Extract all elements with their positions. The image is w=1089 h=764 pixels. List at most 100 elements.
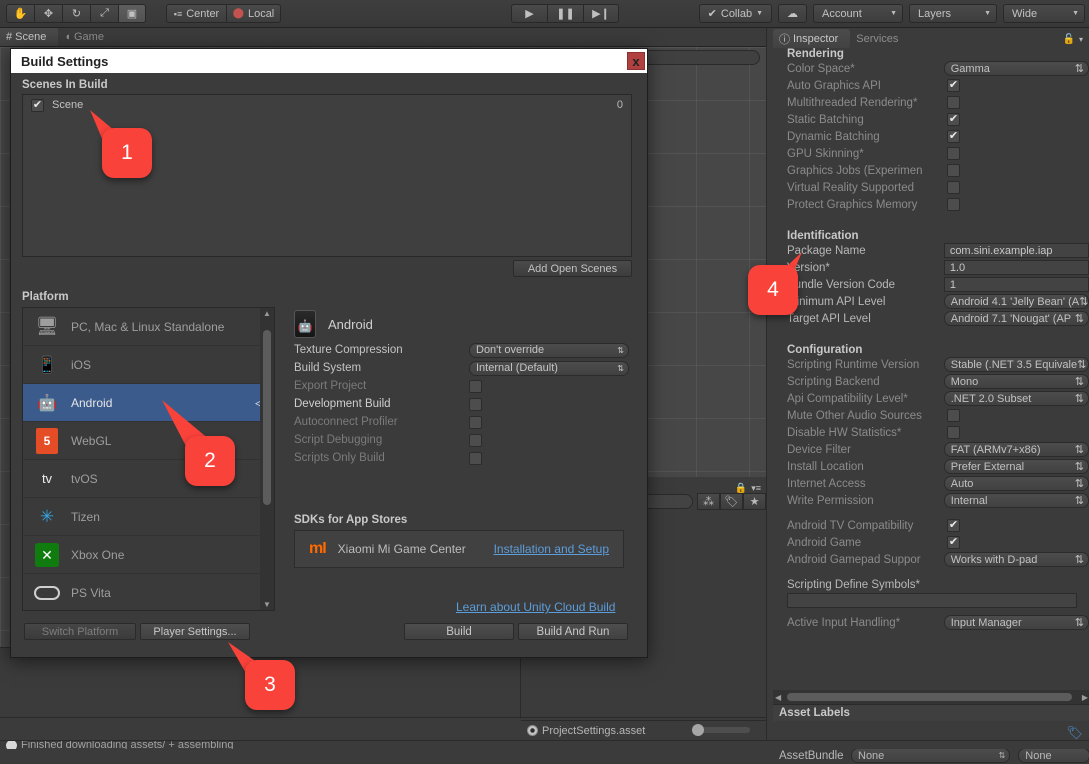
rotate-tool-icon[interactable]: ↻ bbox=[62, 4, 90, 23]
label-tag-icon[interactable]: 🏷 bbox=[1066, 725, 1083, 741]
build-system-dropdown[interactable]: Internal (Default) ⇅ bbox=[469, 361, 629, 376]
identification-dropdown-target-api-level[interactable]: Android 7.1 'Nougat' (AP⇅ bbox=[944, 311, 1089, 326]
configuration-row-write-permission: Write PermissionInternal⇅ bbox=[773, 492, 1089, 509]
rendering-checkbox-graphics-jobs-experimen[interactable]: ✔ bbox=[947, 164, 960, 177]
stepper-icon: ⇅ bbox=[999, 751, 1006, 760]
scroll-thumb[interactable] bbox=[263, 330, 271, 505]
rendering-label-gpu-skinning: GPU Skinning* bbox=[787, 148, 947, 160]
android-dropdown-android-gamepad-suppor[interactable]: Works with D-pad⇅ bbox=[944, 552, 1089, 567]
rect-tool-icon[interactable]: ▣ bbox=[118, 4, 146, 23]
assetbundle-variant-dropdown[interactable]: None bbox=[1018, 748, 1089, 763]
development-build-row: Development Build ✔ bbox=[294, 395, 632, 413]
move-tool-icon[interactable]: ✥ bbox=[34, 4, 62, 23]
space-toggle-button[interactable]: ⬤ Local bbox=[226, 4, 281, 23]
platform-list[interactable]: 🖥PC, Mac & Linux Standalone📱iOS🤖Android◁… bbox=[22, 307, 275, 611]
rendering-checkbox-dynamic-batching[interactable]: ✔ bbox=[947, 130, 960, 143]
cloud-build-link[interactable]: Learn about Unity Cloud Build bbox=[456, 600, 615, 614]
platform-list-scrollbar[interactable]: ▲ ▼ bbox=[260, 308, 274, 610]
tab-services[interactable]: Services bbox=[850, 29, 910, 48]
rendering-checkbox-auto-graphics-api[interactable]: ✔ bbox=[947, 79, 960, 92]
layout-dropdown[interactable]: Wide ▼ bbox=[1003, 4, 1085, 23]
scroll-thumb[interactable] bbox=[787, 693, 1072, 701]
step-button[interactable]: ▶❙ bbox=[583, 4, 619, 23]
tab-game[interactable]: ◖ Game bbox=[58, 27, 116, 46]
hand-tool-icon[interactable]: ✋ bbox=[6, 4, 34, 23]
dropdown-value: Android 7.1 'Nougat' (AP bbox=[951, 313, 1071, 325]
scripting-define-symbols-input[interactable] bbox=[787, 593, 1077, 608]
player-settings-button[interactable]: Player Settings... bbox=[140, 623, 250, 640]
scene-view-right-strip[interactable] bbox=[643, 47, 766, 477]
scene-enabled-checkbox[interactable]: ✔ bbox=[31, 99, 44, 112]
configuration-dropdown-api-compatibility-level[interactable]: .NET 2.0 Subset⇅ bbox=[944, 391, 1089, 406]
scroll-down-icon[interactable]: ▼ bbox=[263, 599, 271, 610]
scroll-up-icon[interactable]: ▲ bbox=[263, 308, 271, 319]
identification-dropdown-minimum-api-level[interactable]: Android 4.1 'Jelly Bean' (A⇅ bbox=[944, 294, 1089, 309]
label-filter-icon[interactable]: 🏷 bbox=[720, 493, 743, 510]
autoconnect-profiler-label: Autoconnect Profiler bbox=[294, 416, 469, 428]
android-checkbox-android-tv-compatibility[interactable]: ✔ bbox=[947, 519, 960, 532]
rendering-checkbox-multithreaded-rendering[interactable]: ✔ bbox=[947, 96, 960, 109]
favorites-filter-icon[interactable]: ⁂ bbox=[697, 493, 720, 510]
stepper-icon: ⇅ bbox=[1079, 295, 1088, 308]
close-icon[interactable]: x bbox=[627, 52, 645, 70]
android-checkbox-android-game[interactable]: ✔ bbox=[947, 536, 960, 549]
layers-dropdown[interactable]: Layers ▼ bbox=[909, 4, 997, 23]
tab-scene[interactable]: # Scene bbox=[0, 27, 58, 46]
project-zoom-slider[interactable] bbox=[695, 727, 750, 733]
switch-platform-button[interactable]: Switch Platform bbox=[24, 623, 136, 640]
status-bar[interactable]: Finished downloading assets/ + assemblin… bbox=[0, 740, 1089, 749]
configuration-dropdown-internet-access[interactable]: Auto⇅ bbox=[944, 476, 1089, 491]
platform-item-pc-mac-linux-standalone[interactable]: 🖥PC, Mac & Linux Standalone bbox=[23, 308, 274, 346]
assetbundle-name-dropdown[interactable]: None ⇅ bbox=[851, 748, 1010, 763]
platform-item-xbox-one[interactable]: ✕Xbox One bbox=[23, 536, 274, 574]
platform-item-webgl[interactable]: 5WebGL bbox=[23, 422, 274, 460]
lock-icon[interactable]: 🔓 bbox=[1063, 34, 1075, 45]
development-build-checkbox[interactable]: ✔ bbox=[469, 398, 482, 411]
configuration-dropdown-device-filter[interactable]: FAT (ARMv7+x86)⇅ bbox=[944, 442, 1089, 457]
configuration-dropdown-install-location[interactable]: Prefer External⇅ bbox=[944, 459, 1089, 474]
cloud-button[interactable]: ☁ bbox=[778, 4, 807, 23]
platform-item-android[interactable]: 🤖Android◁ bbox=[23, 384, 274, 422]
identification-input-package-name[interactable]: com.sini.example.iap bbox=[944, 243, 1089, 258]
account-dropdown[interactable]: Account ▼ bbox=[813, 4, 903, 23]
sdk-installation-link[interactable]: Installation and Setup bbox=[494, 542, 609, 556]
export-project-checkbox[interactable]: ✔ bbox=[469, 380, 482, 393]
rendering-checkbox-protect-graphics-memory[interactable]: ✔ bbox=[947, 198, 960, 211]
play-button[interactable]: ▶ bbox=[511, 4, 547, 23]
platform-item-ps-vita[interactable]: PS Vita bbox=[23, 574, 274, 611]
configuration-dropdown-scripting-backend[interactable]: Mono⇅ bbox=[944, 374, 1089, 389]
collab-button[interactable]: ✔ Collab ▼ bbox=[699, 4, 772, 23]
configuration-checkbox-mute-other-audio-sources[interactable]: ✔ bbox=[947, 409, 960, 422]
scale-tool-icon[interactable]: ⤢ bbox=[90, 4, 118, 23]
configuration-dropdown-scripting-runtime-version[interactable]: Stable (.NET 3.5 Equivale⇅ bbox=[944, 357, 1089, 372]
rendering-checkbox-virtual-reality-supported[interactable]: ✔ bbox=[947, 181, 960, 194]
configuration-dropdown-write-permission[interactable]: Internal⇅ bbox=[944, 493, 1089, 508]
inspector-options-icon[interactable]: ▾ bbox=[1079, 35, 1083, 44]
rendering-checkbox-gpu-skinning[interactable]: ✔ bbox=[947, 147, 960, 160]
rendering-checkbox-static-batching[interactable]: ✔ bbox=[947, 113, 960, 126]
scroll-right-icon[interactable]: ▶ bbox=[1082, 692, 1088, 703]
star-filter-icon[interactable]: ★ bbox=[743, 493, 766, 510]
pivot-toggle-button[interactable]: ▪≡ Center bbox=[166, 4, 226, 23]
scroll-left-icon[interactable]: ◀ bbox=[775, 692, 781, 703]
rendering-dropdown-color-space[interactable]: Gamma⇅ bbox=[944, 61, 1089, 76]
platform-item-ios[interactable]: 📱iOS bbox=[23, 346, 274, 384]
texture-compression-dropdown[interactable]: Don't override ⇅ bbox=[469, 343, 629, 358]
identification-input-version[interactable]: 1.0 bbox=[944, 260, 1089, 275]
inspector-horizontal-scrollbar[interactable]: ◀ ▶ bbox=[773, 690, 1089, 704]
build-button[interactable]: Build bbox=[404, 623, 514, 640]
identification-input-bundle-version-code[interactable]: 1 bbox=[944, 277, 1089, 292]
active-input-handling-dropdown[interactable]: Input Manager ⇅ bbox=[944, 615, 1089, 630]
scripts-only-build-checkbox[interactable]: ✔ bbox=[469, 452, 482, 465]
configuration-checkbox-disable-hw-statistics[interactable]: ✔ bbox=[947, 426, 960, 439]
platform-item-tizen[interactable]: ✳Tizen bbox=[23, 498, 274, 536]
add-open-scenes-button[interactable]: Add Open Scenes bbox=[513, 260, 632, 277]
stepper-icon: ⇅ bbox=[1075, 62, 1084, 75]
platform-item-tvos[interactable]: tvtvOS bbox=[23, 460, 274, 498]
script-debugging-checkbox[interactable]: ✔ bbox=[469, 434, 482, 447]
build-and-run-button[interactable]: Build And Run bbox=[518, 623, 628, 640]
autoconnect-profiler-checkbox[interactable]: ✔ bbox=[469, 416, 482, 429]
scene-index: 0 bbox=[617, 99, 623, 111]
tab-inspector[interactable]: ⓘ Inspector bbox=[773, 29, 850, 48]
pause-button[interactable]: ❚❚ bbox=[547, 4, 583, 23]
